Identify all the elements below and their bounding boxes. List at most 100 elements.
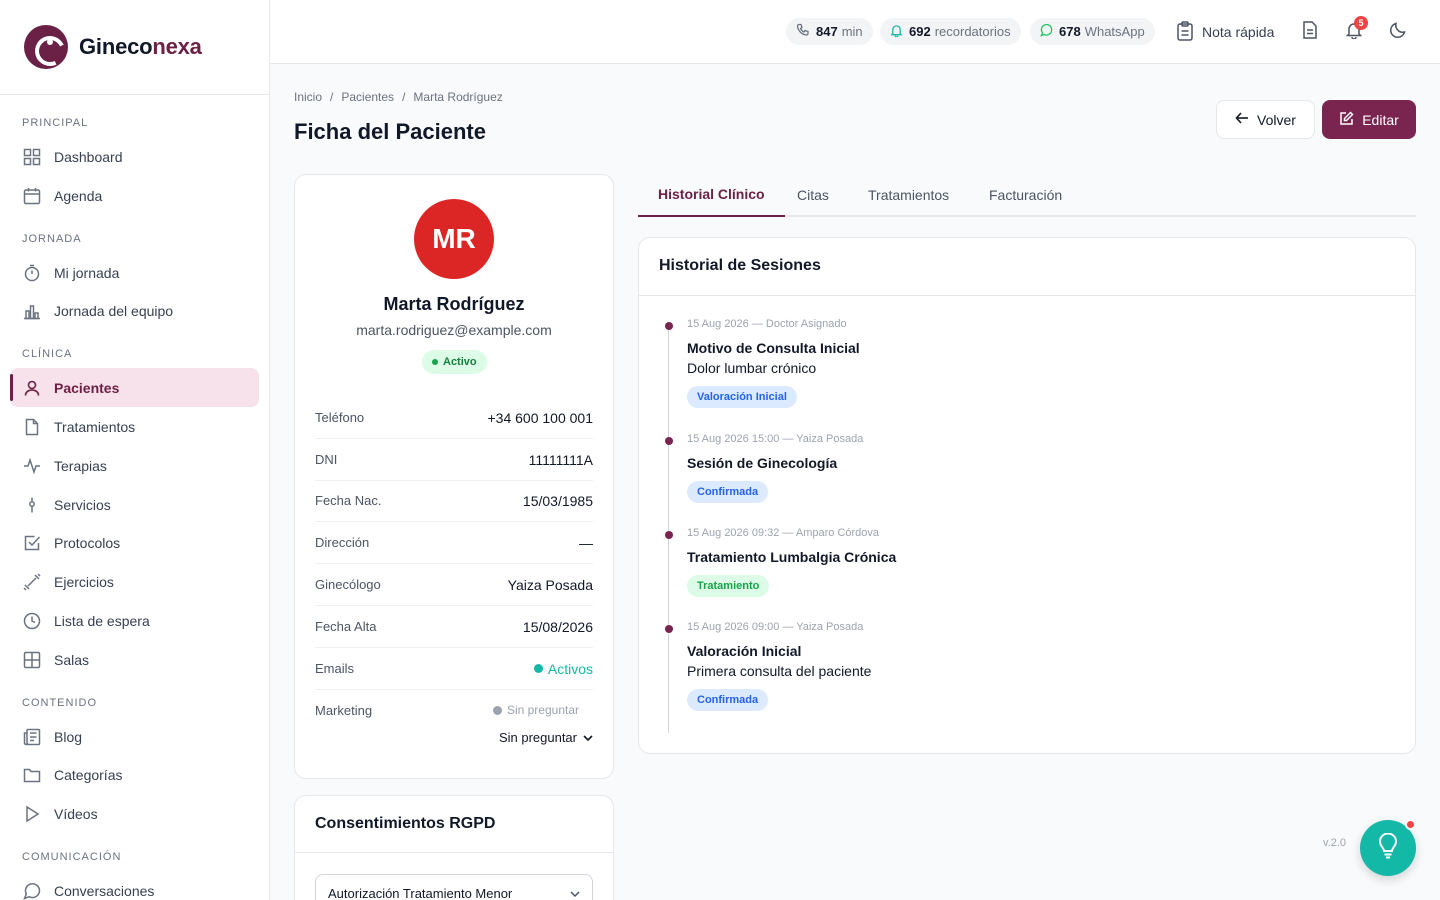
- sidebar-item-pacientes[interactable]: Pacientes: [10, 368, 259, 407]
- sidebar-item-protocolos[interactable]: Protocolos: [10, 523, 259, 562]
- sidebar-item-conversaciones[interactable]: Conversaciones: [10, 871, 259, 900]
- avatar: MR: [414, 199, 494, 279]
- sidebar-item-lista-espera[interactable]: Lista de espera: [10, 601, 259, 640]
- nav-section-clinica: CLÍNICA: [22, 348, 73, 360]
- timeline-line: [668, 323, 669, 733]
- emails-dot: [533, 664, 543, 673]
- info-value: 11111111A: [528, 451, 593, 468]
- sidebar-item-label: Vídeos: [54, 805, 98, 822]
- document-button[interactable]: [1298, 20, 1322, 44]
- sidebar-item-label: Salas: [54, 651, 90, 668]
- patient-card: MR Marta Rodríguez marta.rodriguez@examp…: [294, 174, 614, 779]
- lightbulb-icon: [1377, 832, 1399, 864]
- tab-historial-clinico[interactable]: Historial Clínico: [638, 173, 785, 217]
- edit-button[interactable]: Editar: [1322, 100, 1416, 139]
- info-row-gynecologist: Ginecólogo Yaiza Posada: [315, 564, 593, 606]
- help-button[interactable]: [1360, 819, 1416, 876]
- file-icon: [22, 417, 42, 437]
- reminders-unit: recordatorios: [934, 24, 1011, 39]
- emails-status: Activos: [533, 660, 593, 677]
- session-item[interactable]: 15 Aug 2026 09:32 — Amparo Córdova Trata…: [687, 527, 896, 597]
- theme-toggle[interactable]: [1386, 20, 1410, 44]
- marketing-status-label: Sin preguntar: [506, 703, 579, 717]
- sidebar-item-terapias[interactable]: Terapias: [10, 446, 259, 485]
- sidebar-item-blog[interactable]: Blog: [10, 717, 259, 756]
- bell-icon: [890, 24, 903, 40]
- logo[interactable]: Gineconexa: [0, 0, 269, 95]
- session-item[interactable]: 15 Aug 2026 15:00 — Yaiza Posada Sesión …: [687, 433, 863, 503]
- sidebar-item-jornada-equipo[interactable]: Jornada del equipo: [10, 291, 259, 330]
- session-meta: 15 Aug 2026 09:32 — Amparo Córdova: [687, 527, 880, 539]
- sidebar-item-categorias[interactable]: Categorías: [10, 755, 259, 794]
- reminders-pill[interactable]: 692 recordatorios: [880, 18, 1021, 45]
- sidebar-item-mi-jornada[interactable]: Mi jornada: [10, 253, 259, 292]
- back-button[interactable]: Volver: [1216, 100, 1315, 139]
- session-item[interactable]: 15 Aug 2026 — Doctor Asignado Motivo de …: [687, 318, 860, 408]
- timeline-dot: [665, 322, 673, 330]
- folder-icon: [22, 765, 42, 785]
- phone-icon: [796, 23, 810, 40]
- info-label: Fecha Alta: [315, 619, 377, 634]
- emails-status-label: Activos: [547, 660, 593, 677]
- info-label: Dirección: [315, 535, 370, 550]
- breadcrumb-home[interactable]: Inicio: [294, 90, 322, 104]
- marketing-dot: [492, 705, 502, 715]
- sidebar-item-tratamientos[interactable]: Tratamientos: [10, 407, 259, 446]
- sidebar-item-dashboard[interactable]: Dashboard: [10, 137, 259, 176]
- timeline-dot: [665, 531, 673, 539]
- sidebar-item-label: Ejercicios: [54, 573, 114, 590]
- status-label: Activo: [443, 356, 477, 368]
- newspaper-icon: [22, 727, 42, 747]
- topbar: 847 min 692 recordatorios 678 WhatsApp N…: [270, 0, 1440, 64]
- info-label: Fecha Nac.: [315, 493, 382, 508]
- tab-tratamientos[interactable]: Tratamientos: [848, 173, 969, 217]
- session-title: Motivo de Consulta Inicial: [687, 340, 860, 356]
- reminders-value: 692: [909, 24, 931, 39]
- marketing-select[interactable]: Sin preguntar: [499, 730, 593, 745]
- user-icon: [22, 378, 42, 398]
- info-row-address: Dirección —: [315, 522, 593, 564]
- whatsapp-unit: WhatsApp: [1084, 24, 1145, 39]
- sidebar-item-ejercicios[interactable]: Ejercicios: [10, 562, 259, 601]
- status-badge: Activo: [422, 350, 487, 374]
- session-desc: Dolor lumbar crónico: [687, 360, 817, 376]
- quick-note-button[interactable]: Nota rápida: [1176, 20, 1274, 44]
- minutes-unit: min: [841, 24, 863, 39]
- nav-section-principal: PRINCIPAL: [22, 117, 89, 129]
- consent-select-value: Autorización Tratamiento Menor: [328, 885, 513, 900]
- tab-citas[interactable]: Citas: [777, 173, 849, 217]
- info-value[interactable]: +34 600 100 001: [488, 410, 594, 426]
- breadcrumb-current: Marta Rodríguez: [413, 90, 503, 104]
- pin-icon: [22, 495, 42, 515]
- sidebar-item-agenda[interactable]: Agenda: [10, 176, 259, 215]
- session-meta: 15 Aug 2026 — Doctor Asignado: [687, 318, 847, 330]
- tab-facturacion[interactable]: Facturación: [969, 173, 1082, 217]
- info-label: DNI: [315, 452, 338, 467]
- clipboard-icon: [1176, 20, 1194, 44]
- session-tag: Tratamiento: [687, 575, 770, 597]
- session-tag: Confirmada: [687, 689, 769, 711]
- notifications-button[interactable]: 5: [1342, 16, 1368, 44]
- info-row-emails: Emails Activos: [315, 648, 593, 690]
- sidebar-item-salas[interactable]: Salas: [10, 640, 259, 679]
- timeline-dot: [665, 437, 673, 445]
- whatsapp-pill[interactable]: 678 WhatsApp: [1030, 18, 1155, 45]
- sidebar-item-servicios[interactable]: Servicios: [10, 485, 259, 524]
- chevron-down-icon: [570, 886, 580, 900]
- quick-note-label: Nota rápida: [1202, 24, 1275, 40]
- breadcrumb-section[interactable]: Pacientes: [341, 90, 394, 104]
- timeline-dot: [665, 625, 673, 633]
- consent-select[interactable]: Autorización Tratamiento Menor: [315, 874, 593, 900]
- sidebar-item-videos[interactable]: Vídeos: [10, 794, 259, 833]
- consent-card: Consentimientos RGPD Autorización Tratam…: [294, 795, 614, 900]
- sidebar-item-label: Agenda: [54, 187, 103, 204]
- sidebar-item-label: Mi jornada: [54, 264, 120, 281]
- notifications-badge: 5: [1354, 16, 1368, 30]
- sessions-title: Historial de Sesiones: [659, 257, 821, 274]
- session-item[interactable]: 15 Aug 2026 09:00 — Yaiza Posada Valorac…: [687, 621, 871, 711]
- whatsapp-value: 678: [1059, 24, 1081, 39]
- sidebar-item-label: Dashboard: [54, 148, 123, 165]
- minutes-pill[interactable]: 847 min: [786, 18, 873, 45]
- breadcrumb: Inicio / Pacientes / Marta Rodríguez: [294, 90, 503, 104]
- page-title: Ficha del Paciente: [294, 119, 486, 144]
